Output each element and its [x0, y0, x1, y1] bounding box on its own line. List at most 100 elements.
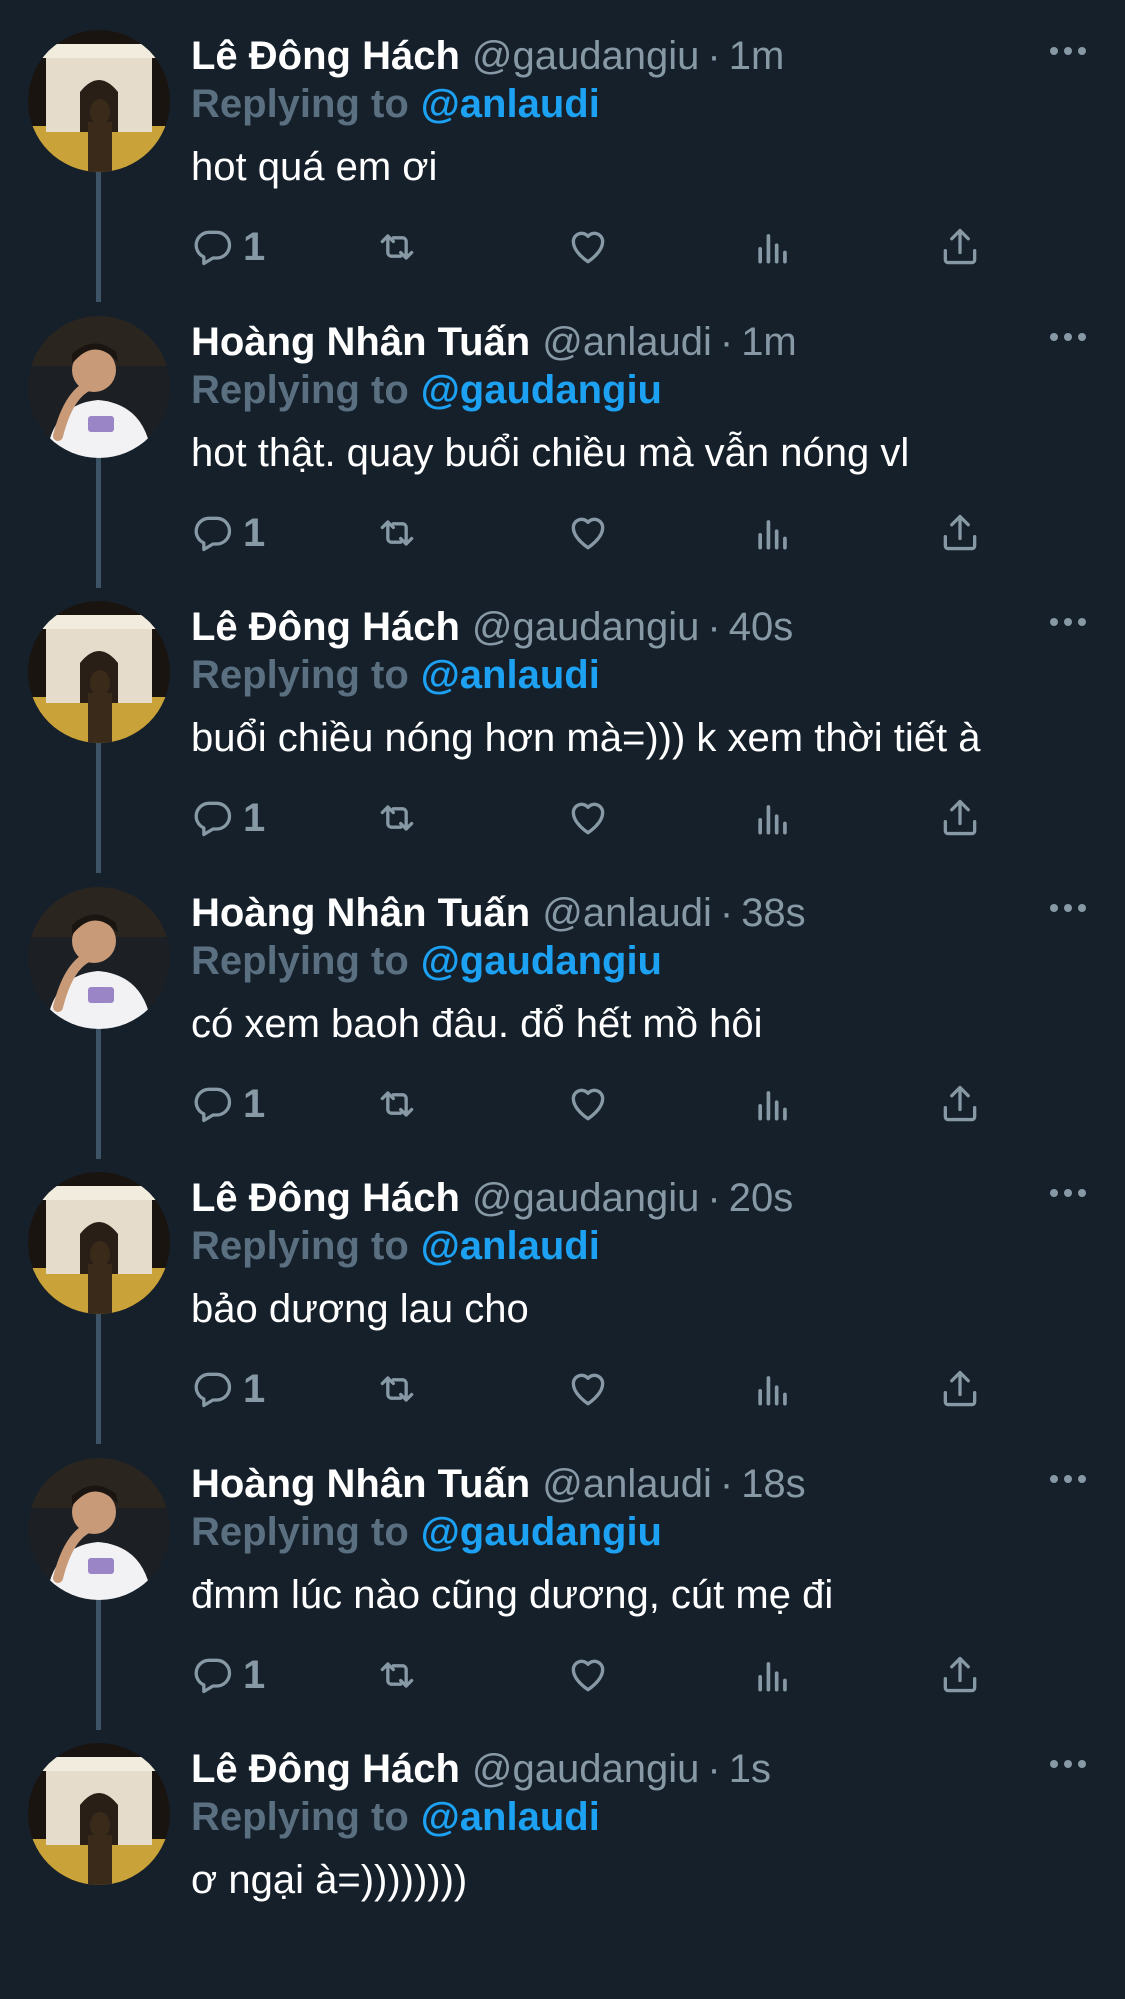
reply-icon — [194, 1372, 232, 1408]
replying-to-handle[interactable]: @anlaudi — [421, 82, 600, 126]
avatar[interactable] — [28, 316, 170, 458]
like-button[interactable] — [566, 793, 610, 843]
tweet[interactable]: Lê Đông Hách @gaudangiu · 20s Replying to @a… — [0, 1142, 1125, 1444]
timestamp[interactable]: 18s — [741, 1462, 806, 1506]
reply-button[interactable]: 1 — [191, 1364, 265, 1414]
replying-to: Replying to @anlaudi — [191, 79, 600, 129]
analytics-button[interactable] — [751, 1364, 795, 1414]
replying-to-handle[interactable]: @anlaudi — [421, 1224, 600, 1268]
reply-button[interactable]: 1 — [191, 508, 265, 558]
display-name[interactable]: Hoàng Nhân Tuấn — [191, 320, 530, 364]
avatar[interactable] — [28, 1172, 170, 1314]
user-handle[interactable]: @gaudangiu — [472, 1176, 699, 1220]
user-handle[interactable]: @gaudangiu — [472, 34, 699, 78]
reply-button[interactable]: 1 — [191, 793, 265, 843]
analytics-icon — [758, 1091, 787, 1121]
avatar[interactable] — [28, 601, 170, 743]
user-handle[interactable]: @anlaudi — [542, 320, 712, 364]
replying-to-handle[interactable]: @anlaudi — [421, 653, 600, 697]
tweet-text: bảo dương lau cho — [191, 1287, 529, 1331]
share-button[interactable] — [938, 1650, 982, 1700]
share-icon — [943, 228, 977, 265]
tweet[interactable]: Lê Đông Hách @gaudangiu · 40s Replying to @a… — [0, 571, 1125, 873]
tweet-header: Hoàng Nhân Tuấn @anlaudi · 38s — [191, 887, 1031, 939]
share-button[interactable] — [938, 222, 982, 272]
tweet-text: có xem baoh đâu. đổ hết mồ hôi — [191, 1002, 763, 1046]
more-options-icon[interactable] — [1050, 613, 1086, 629]
tweet[interactable]: Lê Đông Hách @gaudangiu · 1m Replying to @an… — [0, 0, 1125, 302]
tweet-actions: 1 — [191, 508, 1021, 558]
retweet-button[interactable] — [375, 793, 419, 843]
reply-button[interactable]: 1 — [191, 222, 265, 272]
replying-to-label: Replying to — [191, 1795, 409, 1839]
user-handle[interactable]: @anlaudi — [542, 1462, 712, 1506]
replying-to-handle[interactable]: @gaudangiu — [421, 1510, 662, 1554]
like-button[interactable] — [566, 1079, 610, 1129]
retweet-button[interactable] — [375, 222, 419, 272]
replying-to-handle[interactable]: @anlaudi — [421, 1795, 600, 1839]
more-options-icon[interactable] — [1050, 42, 1086, 58]
timestamp[interactable]: 1s — [729, 1747, 771, 1791]
share-button[interactable] — [938, 793, 982, 843]
timestamp[interactable]: 1m — [729, 34, 785, 78]
like-button[interactable] — [566, 1364, 610, 1414]
more-options-icon[interactable] — [1050, 328, 1086, 344]
tweet-actions: 1 — [191, 1364, 1021, 1414]
like-button[interactable] — [566, 222, 610, 272]
reply-count: 1 — [243, 1653, 266, 1697]
reply-button[interactable]: 1 — [191, 1650, 265, 1700]
analytics-button[interactable] — [751, 1650, 795, 1700]
share-button[interactable] — [938, 508, 982, 558]
tweet[interactable]: Hoàng Nhân Tuấn @anlaudi · 1m Replying to @g… — [0, 286, 1125, 588]
retweet-icon — [380, 520, 414, 546]
retweet-button[interactable] — [375, 1079, 419, 1129]
analytics-icon — [758, 1376, 787, 1406]
display-name[interactable]: Lê Đông Hách — [191, 34, 460, 78]
avatar[interactable] — [28, 887, 170, 1029]
timestamp[interactable]: 20s — [729, 1176, 794, 1220]
more-options-icon[interactable] — [1050, 1184, 1086, 1200]
timestamp[interactable]: 40s — [729, 605, 794, 649]
user-handle[interactable]: @gaudangiu — [472, 605, 699, 649]
user-handle[interactable]: @gaudangiu — [472, 1747, 699, 1791]
display-name[interactable]: Hoàng Nhân Tuấn — [191, 891, 530, 935]
avatar[interactable] — [28, 1458, 170, 1600]
analytics-button[interactable] — [751, 508, 795, 558]
display-name[interactable]: Lê Đông Hách — [191, 605, 460, 649]
replying-to-handle[interactable]: @gaudangiu — [421, 939, 662, 983]
avatar[interactable] — [28, 1743, 170, 1885]
share-button[interactable] — [938, 1364, 982, 1414]
timestamp[interactable]: 38s — [741, 891, 806, 935]
avatar[interactable] — [28, 30, 170, 172]
share-icon — [943, 1370, 977, 1407]
retweet-button[interactable] — [375, 1650, 419, 1700]
thread-connector — [96, 1027, 101, 1159]
display-name[interactable]: Lê Đông Hách — [191, 1176, 460, 1220]
replying-to-handle[interactable]: @gaudangiu — [421, 368, 662, 412]
like-button[interactable] — [566, 1650, 610, 1700]
timestamp[interactable]: 1m — [741, 320, 797, 364]
tweet[interactable]: Lê Đông Hách @gaudangiu · 1s Replying to @an… — [0, 1713, 1125, 1999]
display-name[interactable]: Lê Đông Hách — [191, 1747, 460, 1791]
tweet[interactable]: Hoàng Nhân Tuấn @anlaudi · 18s Replying to @… — [0, 1428, 1125, 1730]
share-button[interactable] — [938, 1079, 982, 1129]
analytics-button[interactable] — [751, 1079, 795, 1129]
reply-count: 1 — [243, 225, 266, 269]
more-options-icon[interactable] — [1050, 1755, 1086, 1771]
avatar-person-image — [28, 887, 170, 1029]
more-options-icon[interactable] — [1050, 899, 1086, 915]
tweet[interactable]: Hoàng Nhân Tuấn @anlaudi · 38s Replying to @… — [0, 857, 1125, 1159]
analytics-button[interactable] — [751, 793, 795, 843]
retweet-button[interactable] — [375, 1364, 419, 1414]
reply-button[interactable]: 1 — [191, 1079, 265, 1129]
like-button[interactable] — [566, 508, 610, 558]
tweet-text: buổi chiều nóng hơn mà=))) k xem thời ti… — [191, 716, 981, 760]
tweet-text: ơ ngại à=)))))))) — [191, 1858, 468, 1902]
replying-to: Replying to @anlaudi — [191, 650, 600, 700]
more-options-icon[interactable] — [1050, 1470, 1086, 1486]
user-handle[interactable]: @anlaudi — [542, 891, 712, 935]
display-name[interactable]: Hoàng Nhân Tuấn — [191, 1462, 530, 1506]
analytics-button[interactable] — [751, 222, 795, 272]
retweet-button[interactable] — [375, 508, 419, 558]
reply-icon — [194, 230, 232, 266]
